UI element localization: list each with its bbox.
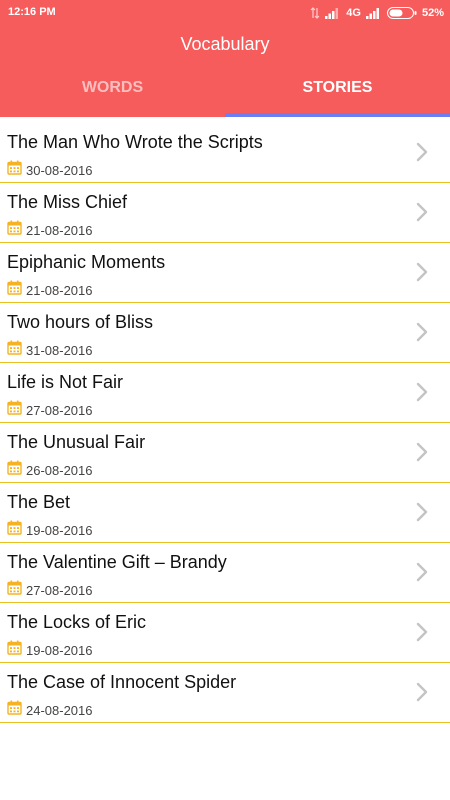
story-title: The Valentine Gift – Brandy — [7, 552, 227, 572]
story-title: Two hours of Bliss — [7, 312, 154, 332]
story-date: 19-08-2016 — [26, 642, 93, 658]
calendar-icon — [7, 520, 22, 540]
story-date-group: 27-08-2016 — [7, 400, 93, 420]
battery-icon — [386, 7, 417, 19]
list-item[interactable]: Life is Not Fair 27-08-2016 — [0, 363, 450, 423]
tab-stories[interactable]: STORIES — [225, 70, 450, 117]
list-item[interactable]: The Valentine Gift – Brandy 27-08-2016 — [0, 543, 450, 603]
list-item[interactable]: Two hours of Bliss 31-08-2016 — [0, 303, 450, 363]
list-item[interactable]: The Bet 19-08-2016 — [0, 483, 450, 543]
story-date: 21-08-2016 — [26, 222, 93, 238]
app-title: Vocabulary — [180, 34, 270, 54]
calendar-icon — [7, 700, 22, 720]
story-title: The Miss Chief — [7, 192, 128, 212]
status-icons: 4G 52% — [310, 4, 444, 22]
story-title: Life is Not Fair — [7, 372, 124, 392]
story-date-group: 30-08-2016 — [7, 160, 93, 180]
chevron-right-icon — [416, 562, 428, 587]
calendar-icon — [7, 400, 22, 420]
story-title: The Man Who Wrote the Scripts — [7, 132, 263, 152]
calendar-icon — [7, 220, 22, 240]
calendar-icon — [7, 640, 22, 660]
list-item[interactable]: The Miss Chief 21-08-2016 — [0, 183, 450, 243]
chevron-right-icon — [416, 142, 428, 167]
calendar-icon — [7, 280, 22, 300]
tab-words[interactable]: WORDS — [0, 70, 225, 117]
signal-icon-2 — [365, 7, 382, 19]
chevron-right-icon — [416, 382, 428, 407]
status-bar: 12:16 PM 4G 52% — [0, 0, 450, 26]
signal-icon — [325, 7, 341, 19]
calendar-icon — [7, 580, 22, 600]
story-date-group: 31-08-2016 — [7, 340, 93, 360]
story-title: Epiphanic Moments — [7, 252, 166, 272]
status-time: 12:16 PM — [8, 6, 56, 18]
network-type: 4G — [346, 7, 361, 19]
story-date: 27-08-2016 — [26, 402, 93, 418]
tab-indicator — [225, 113, 450, 117]
chevron-right-icon — [416, 262, 428, 287]
story-title: The Case of Innocent Spider — [7, 672, 237, 692]
story-list: The Man Who Wrote the Scripts 30-08-2016 T… — [0, 123, 450, 723]
story-title: The Bet — [7, 492, 71, 512]
chevron-right-icon — [416, 682, 428, 707]
list-item[interactable]: The Locks of Eric 19-08-2016 — [0, 603, 450, 663]
app-header: 12:16 PM 4G 52% Vocabulary WORDS STORIES — [0, 0, 450, 117]
chevron-right-icon — [416, 202, 428, 227]
story-date-group: 19-08-2016 — [7, 640, 93, 660]
tab-bar: WORDS STORIES — [0, 70, 450, 117]
chevron-right-icon — [416, 502, 428, 527]
list-item[interactable]: The Man Who Wrote the Scripts 30-08-2016 — [0, 123, 450, 183]
calendar-icon — [7, 460, 22, 480]
chevron-right-icon — [416, 622, 428, 647]
data-transfer-icon — [310, 7, 320, 19]
calendar-icon — [7, 160, 22, 180]
story-date-group: 21-08-2016 — [7, 280, 93, 300]
battery-percent: 52% — [421, 7, 444, 19]
story-title: The Unusual Fair — [7, 432, 146, 452]
story-date-group: 24-08-2016 — [7, 700, 93, 720]
story-date-group: 21-08-2016 — [7, 220, 93, 240]
story-date-group: 19-08-2016 — [7, 520, 93, 540]
story-date: 24-08-2016 — [26, 702, 93, 718]
list-item[interactable]: The Case of Innocent Spider 24-08-2016 — [0, 663, 450, 723]
story-date: 30-08-2016 — [26, 162, 93, 178]
story-date: 19-08-2016 — [26, 522, 93, 538]
story-date: 31-08-2016 — [26, 342, 93, 358]
story-date: 26-08-2016 — [26, 462, 93, 478]
story-title: The Locks of Eric — [7, 612, 147, 632]
chevron-right-icon — [416, 322, 428, 347]
story-date-group: 27-08-2016 — [7, 580, 93, 600]
story-date-group: 26-08-2016 — [7, 460, 93, 480]
chevron-right-icon — [416, 442, 428, 467]
story-date: 21-08-2016 — [26, 282, 93, 298]
list-item[interactable]: Epiphanic Moments 21-08-2016 — [0, 243, 450, 303]
calendar-icon — [7, 340, 22, 360]
list-item[interactable]: The Unusual Fair 26-08-2016 — [0, 423, 450, 483]
story-date: 27-08-2016 — [26, 582, 93, 598]
